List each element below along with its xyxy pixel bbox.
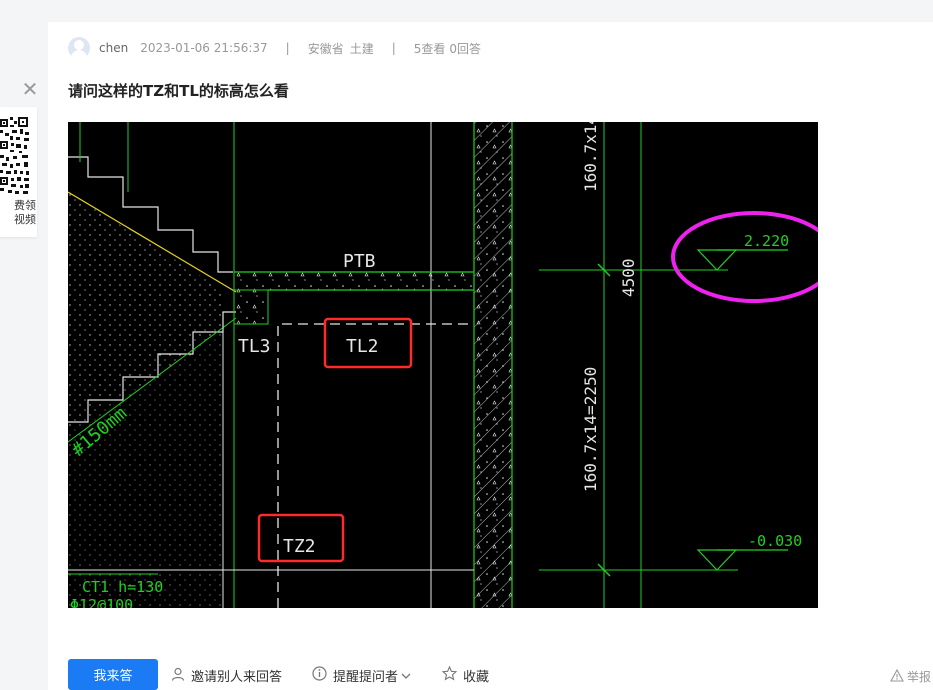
qr-promo-card[interactable]: 费领 视频 bbox=[0, 107, 37, 237]
location: 安徽省 bbox=[307, 41, 344, 56]
action-bar: 我来答 邀请别人来回答 提醒提问者 收藏 举报 bbox=[68, 659, 933, 690]
avatar-head bbox=[74, 40, 84, 50]
answer-button[interactable]: 我来答 bbox=[68, 659, 158, 690]
wall-concrete bbox=[474, 122, 512, 608]
elevation-marker-top bbox=[696, 249, 738, 271]
answer-count: 0回答 bbox=[449, 41, 482, 56]
question-image[interactable]: PTB TL3 TL2 TZ2 160.7x14=2 160.7x14=2250… bbox=[68, 122, 818, 608]
avatar-body bbox=[71, 50, 87, 59]
cad-drawing: PTB TL3 TL2 TZ2 160.7x14=2 160.7x14=2250… bbox=[68, 122, 818, 608]
chevron-down-icon bbox=[401, 668, 411, 684]
remind-label: 提醒提问者 bbox=[333, 670, 399, 685]
dim-label-bottom: 160.7x14=2250 bbox=[581, 367, 600, 492]
elevation-bottom-label: -0.030 bbox=[748, 532, 802, 550]
tl3-beam-fill bbox=[234, 290, 268, 324]
report-label: 举报 bbox=[907, 670, 932, 684]
meta-separator: | bbox=[391, 41, 396, 55]
ptb-label: PTB bbox=[343, 251, 376, 272]
dim-label-top: 160.7x14=2 bbox=[581, 122, 600, 192]
info-icon bbox=[312, 666, 327, 685]
tl2-label: TL2 bbox=[346, 336, 379, 357]
favorite-button[interactable]: 收藏 bbox=[441, 665, 490, 685]
question-title: 请问这样的TZ和TL的标高怎么看 bbox=[68, 82, 289, 100]
elevation-top-label: 2.220 bbox=[744, 232, 789, 250]
post-date: 2023-01-06 21:56:37 bbox=[140, 41, 268, 55]
qr-caption-line1: 费领 bbox=[14, 199, 36, 212]
invite-button[interactable]: 邀请别人来回答 bbox=[171, 666, 282, 685]
view-count: 5查看 bbox=[413, 41, 446, 56]
rebar-note: Φ12@100 bbox=[70, 596, 133, 608]
qr-caption-line2: 视频 bbox=[14, 213, 36, 226]
avatar[interactable] bbox=[68, 37, 90, 59]
username[interactable]: chen bbox=[99, 41, 128, 55]
ptb-slab-fill bbox=[234, 272, 474, 290]
person-icon bbox=[171, 667, 185, 685]
remind-button[interactable]: 提醒提问者 bbox=[312, 666, 411, 685]
tz2-label: TZ2 bbox=[283, 536, 316, 557]
question-card: chen 2023-01-06 21:56:37 | 安徽省 土建 | 5查看 … bbox=[48, 22, 933, 690]
elevation-marker-bottom bbox=[696, 549, 738, 571]
dim-label-4500: 4500 bbox=[619, 258, 638, 297]
breadcrumb bbox=[48, 0, 933, 6]
report-button[interactable]: 举报 bbox=[890, 668, 931, 685]
meta-separator: | bbox=[285, 41, 290, 55]
favorite-label: 收藏 bbox=[463, 670, 490, 685]
ct-note: CT1 h=130 bbox=[82, 578, 163, 596]
qr-caption: 费领 视频 bbox=[0, 199, 36, 227]
category[interactable]: 土建 bbox=[350, 40, 374, 57]
star-icon bbox=[441, 665, 458, 685]
warning-icon bbox=[890, 668, 904, 685]
qr-code-image bbox=[0, 115, 30, 197]
tl3-label: TL3 bbox=[238, 336, 271, 357]
elevation-highlight-circle bbox=[671, 211, 818, 303]
question-meta: chen 2023-01-06 21:56:37 | 安徽省 土建 | 5查看 … bbox=[68, 36, 481, 60]
close-icon[interactable]: ✕ bbox=[19, 78, 41, 100]
invite-label: 邀请别人来回答 bbox=[191, 670, 283, 685]
